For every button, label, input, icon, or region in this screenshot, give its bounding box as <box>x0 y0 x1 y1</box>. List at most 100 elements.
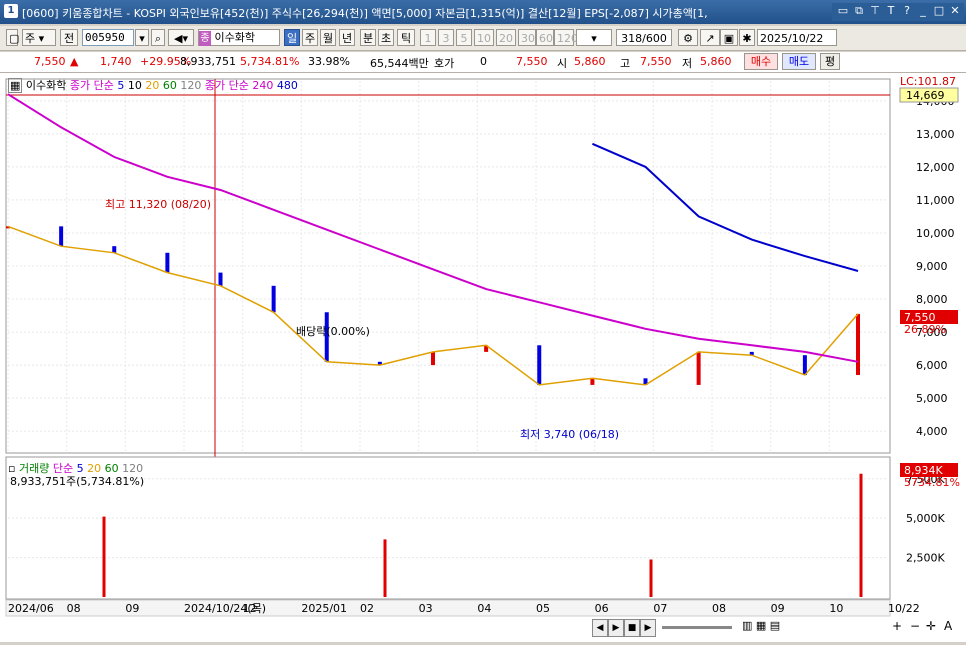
chart-tools-icon[interactable]: ⚙ <box>678 29 698 46</box>
buy-button[interactable]: 매수 <box>744 53 778 70</box>
legend-ma-5: 5 <box>117 79 125 92</box>
font-icon[interactable]: T <box>884 3 898 19</box>
period-minute[interactable]: 분 <box>360 29 376 46</box>
eval-button[interactable]: 평 <box>820 53 840 70</box>
scroll-left-icon[interactable]: ◀ <box>592 619 608 637</box>
volume-bar <box>102 516 106 597</box>
stop-icon[interactable]: ■ <box>624 619 640 637</box>
x-tick-label: 08 <box>67 602 81 615</box>
search-icon[interactable]: ⌕ <box>151 29 165 46</box>
y-tick-label: 13,000 <box>916 128 955 141</box>
scroll-right-icon[interactable]: ▶ <box>608 619 624 637</box>
x-tick-label: 06 <box>595 602 609 615</box>
prev-button[interactable]: 전 <box>60 29 78 46</box>
play-icon[interactable]: ▶ <box>640 619 656 637</box>
scroll-controls: ◀ ▶ ■ ▶ ▥ ▦ ▤ + − ✛ A <box>592 619 962 637</box>
lc-label: LC:101.87 <box>900 75 956 88</box>
code-dropdown-icon[interactable]: ▾ <box>135 29 149 46</box>
candle <box>59 226 64 247</box>
window-number-badge: 1 <box>4 4 18 18</box>
sell-button[interactable]: 매도 <box>782 53 816 70</box>
high-price: 7,550 <box>640 55 672 68</box>
period-week[interactable]: 주 <box>302 29 318 46</box>
help-icon[interactable]: ? <box>900 3 914 19</box>
period-day[interactable]: 일 <box>284 29 300 46</box>
quote-bar: 7,550 ▲ 1,740 +29.95% 8,933,751 5,734.81… <box>0 52 966 73</box>
settings-cross-icon[interactable]: ✛ <box>926 619 936 633</box>
minute-120[interactable]: 120 <box>554 29 578 46</box>
volume-bar <box>649 559 653 597</box>
close-icon[interactable]: ✕ <box>948 3 962 19</box>
period-year[interactable]: 년 <box>339 29 355 46</box>
minute-1[interactable]: 1 <box>420 29 436 46</box>
stock-code-input[interactable]: 005950 <box>82 29 134 46</box>
y-tick-label: 10,000 <box>916 227 955 240</box>
volume-bar <box>859 473 863 597</box>
period-select-value: 주 <box>25 32 36 45</box>
font-size-icon[interactable]: A <box>944 619 952 633</box>
legend-ma-10: 10 <box>127 79 142 92</box>
link-icon[interactable]: ▢ <box>6 29 19 46</box>
minute-60[interactable]: 60 <box>536 29 554 46</box>
stock-name-field[interactable]: 종 이수화학 <box>198 29 280 46</box>
y-tick-label: 4,000 <box>916 425 948 438</box>
turnover: 33.98% <box>308 55 350 68</box>
pin-icon[interactable]: ⊤ <box>868 3 882 19</box>
x-tick-label: 08 <box>712 602 726 615</box>
count-field[interactable]: 318/600 <box>616 29 672 46</box>
minute-5[interactable]: 5 <box>456 29 472 46</box>
period-second[interactable]: 초 <box>378 29 394 46</box>
hoga-value: 0 <box>480 55 487 68</box>
low-price: 5,860 <box>700 55 732 68</box>
minute-3[interactable]: 3 <box>438 29 454 46</box>
date-field[interactable]: 2025/10/22 ▦ <box>757 29 837 62</box>
candle <box>112 246 117 253</box>
zoom-out-icon[interactable]: − <box>910 619 920 633</box>
restore-icon[interactable]: ▭ <box>836 3 850 19</box>
last-volume-pct: 5734.81% <box>904 476 960 489</box>
open-label: 시 <box>557 57 568 70</box>
candle <box>431 351 435 366</box>
zoom-slider[interactable] <box>662 626 732 629</box>
up-arrow-icon: ▲ <box>70 55 79 68</box>
candle <box>590 378 595 385</box>
legend-ma-480: 480 <box>276 79 298 92</box>
zoom-in-icon[interactable]: + <box>892 619 902 633</box>
y-tick-label: 5,000 <box>916 392 948 405</box>
period-tick[interactable]: 틱 <box>397 29 415 46</box>
title-bar: 1 [0600] 키움종합차트 - KOSPI 외국인보유[452(천)] 주식… <box>0 0 966 24</box>
period-month[interactable]: 월 <box>320 29 336 46</box>
x-tick-label: 07 <box>653 602 667 615</box>
price-legend: ▦ 이수화학 종가 단순 5 10 20 60 120 종가 단순 240 48… <box>8 77 298 93</box>
minute-10[interactable]: 10 <box>474 29 494 46</box>
custom-period-select[interactable]: ▾ <box>576 29 612 46</box>
minute-20[interactable]: 20 <box>496 29 516 46</box>
cursor-price-label: 14,669 <box>906 89 945 102</box>
x-tick-label: 10/22 <box>888 602 920 615</box>
dividend-annotation: 배당락(0.00%) <box>296 325 370 338</box>
price-chart[interactable]: 4,0005,0006,0007,0008,0009,00010,00011,0… <box>0 73 966 642</box>
minimize-icon[interactable]: _ <box>916 3 930 19</box>
x-tick-label: 05 <box>536 602 550 615</box>
volume-value-text: 8,933,751주(5,734.81%) <box>10 475 145 488</box>
legend-ma-20: 20 <box>145 79 160 92</box>
trend-icon[interactable]: ↗ <box>700 29 720 46</box>
tile-icon[interactable]: ⧉ <box>852 3 866 19</box>
last-pct-label: 26.89% <box>904 323 946 336</box>
legend-ma-240: 240 <box>252 79 274 92</box>
candle <box>271 285 276 313</box>
period-select[interactable]: 주 ▾ <box>22 29 56 46</box>
sound-icon[interactable]: ◀▾ <box>168 29 194 46</box>
chart-area[interactable]: 4,000 5,000 6,000 7,000 8,000 9,000 10,000 11,0… <box>0 73 966 642</box>
volume-tick-label: 5,000K <box>906 512 945 525</box>
x-tick-label: 04 <box>477 602 491 615</box>
volume-tick-label: 2,500K <box>906 552 945 565</box>
count-value: 318 <box>621 32 643 45</box>
save-icon[interactable]: ▣ <box>720 29 738 46</box>
legend-icon: ▦ <box>8 78 23 93</box>
maximize-icon[interactable]: □ <box>932 3 946 19</box>
zoom-buttons-icon[interactable]: ▥ ▦ ▤ <box>742 619 780 632</box>
window-controls: ▭ ⧉ ⊤ T? _ □ ✕ <box>832 3 964 21</box>
settings-icon[interactable]: ✱ <box>739 29 755 46</box>
minute-30[interactable]: 30 <box>518 29 536 46</box>
